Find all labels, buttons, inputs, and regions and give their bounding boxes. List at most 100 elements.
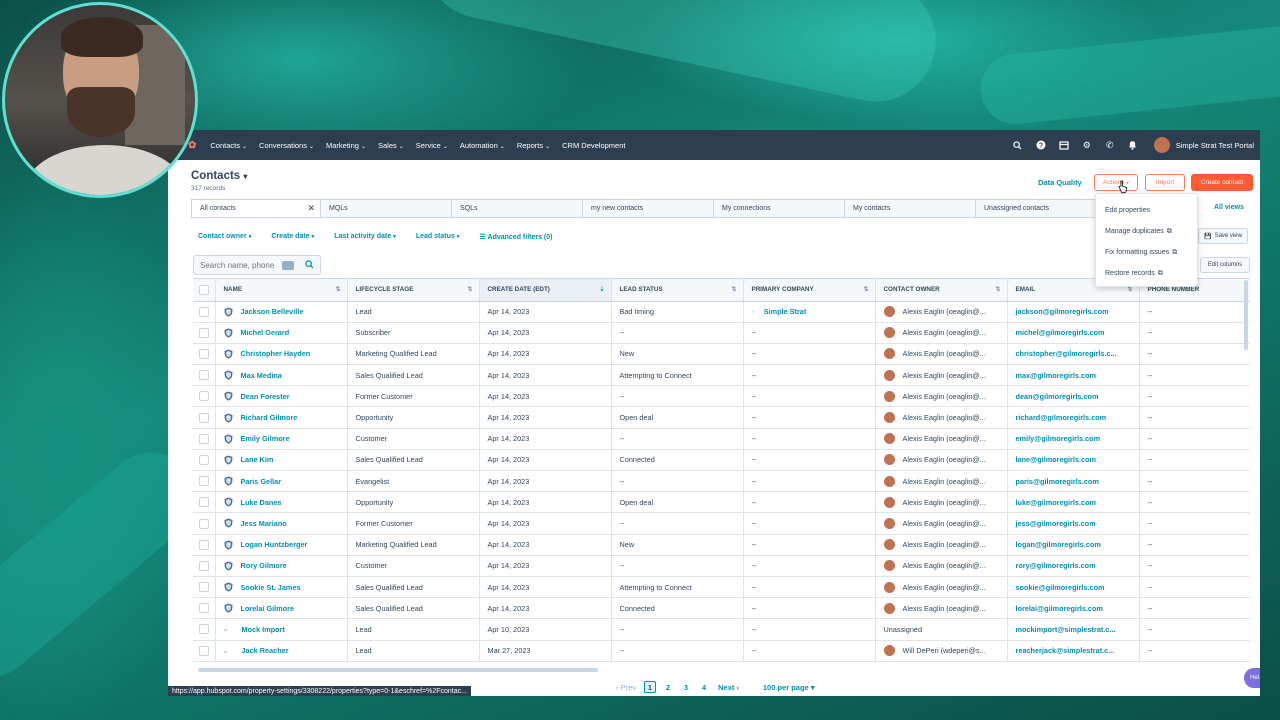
sort-icon[interactable]: ⇅ — [335, 286, 340, 293]
column-header-contact-owner[interactable]: CONTACT OWNER ⇅ — [875, 279, 1008, 302]
table-row[interactable]: Dean Forester Former Customer Apr 14, 2023… — [193, 385, 1250, 408]
table-row[interactable]: Paris Gellar Evangelist Apr 14, 2023 -- -- Al… — [193, 470, 1250, 493]
row-checkbox[interactable] — [198, 327, 209, 338]
row-checkbox[interactable] — [198, 454, 209, 465]
tab-mqls[interactable]: MQLs — [321, 199, 452, 218]
row-checkbox[interactable] — [198, 476, 209, 487]
search-box[interactable] — [193, 255, 321, 275]
menu-item-restore-records[interactable]: Restore records ⧉ — [1096, 263, 1197, 284]
search-icon[interactable] — [1011, 138, 1025, 152]
import-button[interactable]: Import — [1145, 174, 1185, 191]
email-link[interactable]: rory@gilmoregirls.com — [1016, 561, 1096, 570]
table-row[interactable]: Rory Gilmore Customer Apr 14, 2023 -- -- Alex… — [193, 555, 1250, 577]
sort-icon[interactable]: ⇅ — [863, 286, 868, 293]
column-header-create-date-edt[interactable]: CREATE DATE (EDT) ⇣ — [479, 279, 612, 302]
contact-name-link[interactable]: Emily Gilmore — [241, 434, 290, 443]
email-link[interactable]: sookie@gilmoregirls.com — [1016, 583, 1105, 592]
row-checkbox[interactable] — [198, 582, 209, 593]
email-link[interactable]: reacherjack@simplestrat.c... — [1016, 646, 1115, 655]
tab-my-contacts[interactable]: My contacts — [845, 199, 976, 218]
email-link[interactable]: max@gilmoregirls.com — [1016, 371, 1097, 380]
menu-item-manage-duplicates[interactable]: Manage duplicates ⧉ — [1096, 221, 1197, 242]
nav-item-reports[interactable]: Reports ⌄ — [517, 141, 550, 150]
search-input[interactable] — [200, 260, 286, 270]
row-checkbox[interactable] — [198, 349, 209, 359]
filter-advanced-filters-0[interactable]: ☰ Advanced filters (0) — [480, 233, 553, 241]
email-link[interactable]: christopher@gilmoregirls.c... — [1016, 349, 1117, 358]
email-link[interactable]: emily@gilmoregirls.com — [1016, 434, 1101, 443]
data-quality-link[interactable]: Data Quality — [1038, 178, 1082, 187]
row-checkbox[interactable] — [198, 560, 209, 571]
contact-name-link[interactable]: Michel Gerard — [241, 328, 290, 337]
row-checkbox[interactable] — [198, 433, 209, 444]
contact-name-link[interactable]: Christopher Hayden — [241, 349, 311, 358]
column-header-lead-status[interactable]: LEAD STATUS ⇅ — [611, 279, 744, 302]
email-link[interactable]: lorelai@gilmoregirls.com — [1016, 604, 1103, 613]
tab-unassigned-contacts[interactable]: Unassigned contacts — [976, 199, 1107, 218]
page-3-button[interactable]: 3 — [680, 681, 692, 693]
table-row[interactable]: ⌁ Jack Reacher Lead Mar 27, 2023 -- -- Will De… — [193, 640, 1250, 662]
table-row[interactable]: Logan Huntzberger Marketing Qualified Lea… — [193, 534, 1250, 556]
row-checkbox[interactable] — [198, 497, 209, 508]
page-title[interactable]: Contacts ▾ — [191, 170, 247, 182]
email-link[interactable]: logan@gilmoregirls.com — [1016, 540, 1101, 549]
filter-contact-owner[interactable]: Contact owner ▾ — [198, 233, 251, 241]
edit-columns-button[interactable]: Edit columns — [1200, 257, 1250, 273]
user-avatar[interactable] — [1153, 137, 1170, 153]
contact-name-link[interactable]: Logan Huntzberger — [241, 540, 308, 549]
help-widget-button[interactable]: Hel — [1244, 668, 1260, 688]
nav-item-contacts[interactable]: Contacts ⌄ — [210, 141, 247, 150]
gear-icon[interactable]: ⚙ — [1080, 138, 1094, 152]
nav-item-sales[interactable]: Sales ⌄ — [378, 141, 404, 150]
nav-item-crm-development[interactable]: CRM Development — [562, 141, 625, 150]
prev-page-button[interactable]: ‹ Prev — [616, 683, 636, 692]
nav-item-service[interactable]: Service ⌄ — [416, 141, 448, 150]
menu-item-edit-properties[interactable]: Edit properties — [1096, 200, 1197, 221]
portal-name[interactable]: Simple Strat Test Portal — [1176, 141, 1254, 150]
email-link[interactable]: lane@gilmoregirls.com — [1016, 455, 1097, 464]
row-checkbox[interactable] — [198, 391, 209, 402]
close-icon[interactable]: ✕ — [307, 203, 315, 214]
tab-my-new-contacts[interactable]: my new contacts — [583, 199, 714, 218]
next-page-button[interactable]: Next › — [718, 683, 739, 692]
page-1-button[interactable]: 1 — [644, 681, 657, 693]
hubspot-logo-icon[interactable]: ✿ — [188, 140, 196, 151]
column-header-lifecycle-stage[interactable]: LIFECYCLE STAGE ⇅ — [347, 279, 480, 302]
contact-name-link[interactable]: Dean Forester — [241, 392, 290, 401]
table-row[interactable]: ⌁ Mock Import Lead Apr 10, 2023 -- -- Unassign… — [193, 618, 1250, 641]
row-checkbox[interactable] — [198, 412, 209, 423]
email-link[interactable]: jackson@gilmoregirls.com — [1016, 307, 1109, 316]
table-row[interactable]: Luke Danes Opportunity Apr 14, 2023 Open de… — [193, 491, 1250, 514]
actions-button[interactable]: Actions ▾ — [1094, 174, 1138, 191]
menu-item-fix-formatting-issues[interactable]: Fix formatting issues ⧉ — [1096, 242, 1197, 263]
contact-name-link[interactable]: Lane Kim — [241, 455, 274, 464]
table-row[interactable]: Lorelai Gilmore Sales Qualified Lead Apr 1… — [193, 597, 1250, 620]
nav-item-automation[interactable]: Automation ⌄ — [460, 141, 505, 150]
tab-all-contacts[interactable]: All contacts ✕ — [191, 199, 321, 218]
email-link[interactable]: richard@gilmoregirls.com — [1016, 413, 1107, 422]
all-views-link[interactable]: All views — [1214, 204, 1244, 211]
contact-name-link[interactable]: Jack Reacher — [242, 646, 289, 655]
save-view-button[interactable]: 💾 Save view — [1198, 228, 1248, 244]
contact-name-link[interactable]: Rory Gilmore — [241, 561, 287, 570]
contact-name-link[interactable]: Lorelai Gilmore — [241, 604, 295, 613]
row-checkbox[interactable] — [198, 370, 209, 381]
page-4-button[interactable]: 4 — [698, 681, 710, 693]
contact-name-link[interactable]: Luke Danes — [241, 498, 282, 507]
row-checkbox[interactable] — [198, 624, 209, 635]
nav-item-marketing[interactable]: Marketing ⌄ — [326, 141, 366, 150]
contact-name-link[interactable]: Max Medina — [241, 371, 282, 380]
row-checkbox[interactable] — [198, 518, 209, 529]
row-checkbox[interactable] — [198, 539, 209, 550]
bell-icon[interactable] — [1126, 138, 1140, 152]
column-header-primary-company[interactable]: PRIMARY COMPANY ⇅ — [743, 279, 876, 302]
table-row[interactable]: Christopher Hayden Marketing Qualified Le… — [193, 343, 1250, 366]
row-checkbox[interactable] — [198, 645, 209, 656]
contact-name-link[interactable]: Richard Gilmore — [241, 413, 298, 422]
table-row[interactable]: Max Medina Sales Qualified Lead Apr 14, 20… — [193, 364, 1250, 387]
contact-name-link[interactable]: Jess Mariano — [241, 519, 287, 528]
table-row[interactable]: Jackson Belleville Lead Apr 14, 2023 Bad ti… — [193, 301, 1250, 323]
page-2-button[interactable]: 2 — [662, 681, 674, 693]
phone-icon[interactable]: ✆ — [1103, 138, 1117, 152]
sort-icon[interactable]: ⇅ — [1127, 286, 1132, 293]
